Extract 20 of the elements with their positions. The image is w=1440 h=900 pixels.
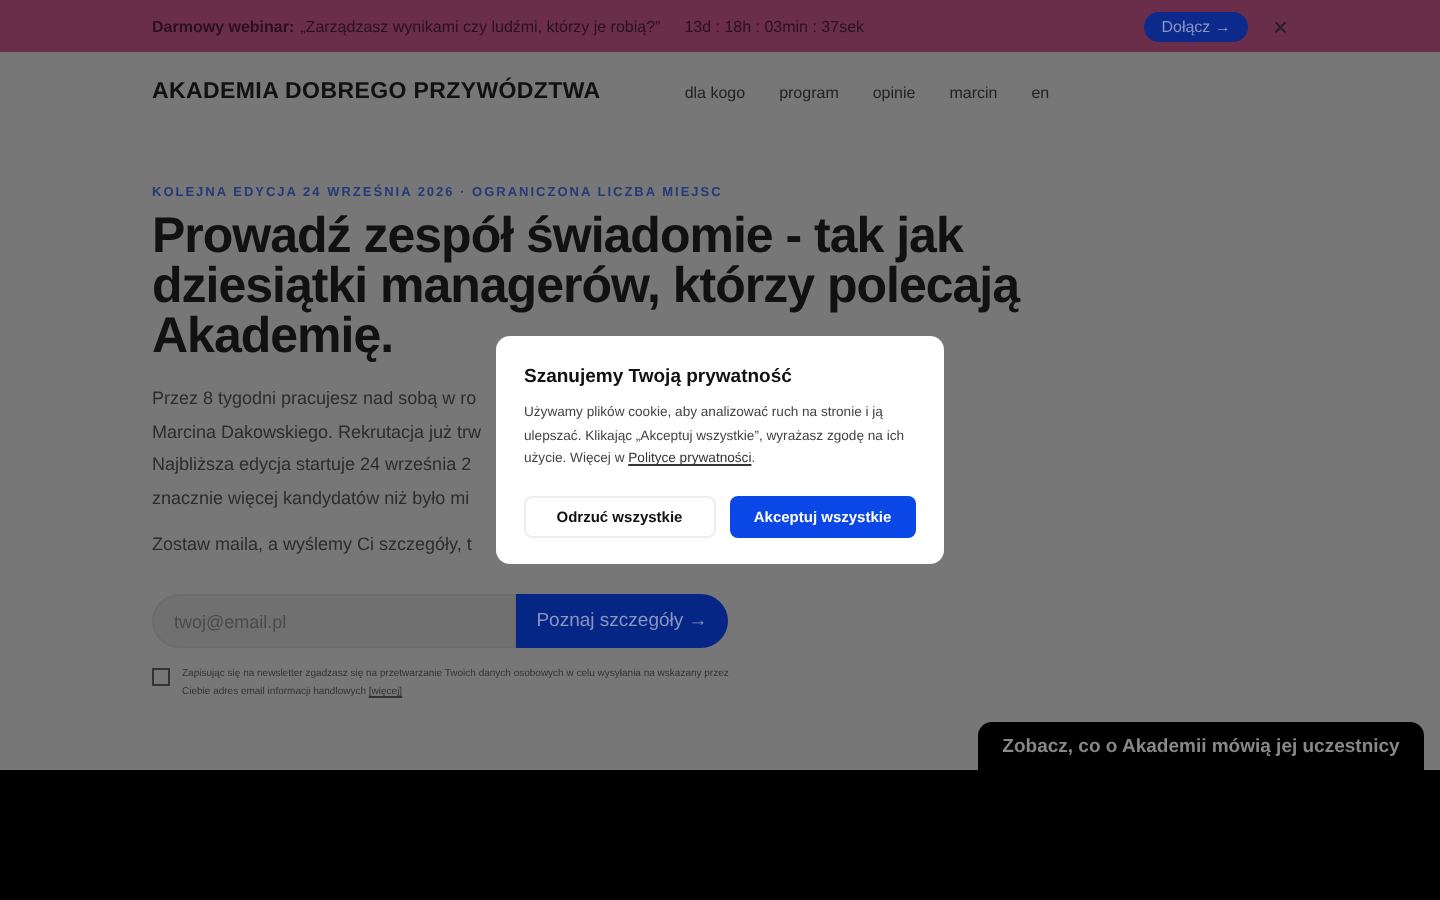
nav-link[interactable]: opinie [872, 83, 916, 101]
logo[interactable]: AKADEMIA DOBREGO PRZYWÓDZTWA [152, 80, 601, 104]
cta-text: Zostaw maila, a wyślemy Ci szczegóły, t [152, 534, 472, 554]
join-button[interactable]: Dołącz → [1143, 11, 1249, 41]
nav-link[interactable]: marcin [949, 83, 998, 101]
hero-title: Prowadź zespół świadomie - tak jak dziesiątki managerów, którzy polecają Akademię. [152, 212, 1023, 362]
consent-checkbox[interactable] [152, 668, 170, 686]
nav-link[interactable]: dla kogo [684, 83, 746, 101]
promo-text: „Zarządzasz wynikami czy ludźmi, którzy je robią?” [300, 17, 661, 35]
description-line: Przez 8 tygodni pracujesz nad sobą w ro [152, 386, 477, 412]
testimonials-tab[interactable]: Zobacz, co o Akademii mówią jej uczestnicy [978, 722, 1424, 770]
submit-button[interactable]: Poznaj szczegóły → [516, 594, 728, 648]
description-line: Najbliższa edycja startuje 24 września 2 [152, 452, 472, 478]
nav-link[interactable]: program [779, 83, 839, 101]
countdown: 13d : 18h : 03min : 37sek [684, 17, 865, 35]
promo-label: Darmowy webinar: [152, 17, 295, 35]
dialog-title: Szanujemy Twoją prywatność [524, 366, 794, 388]
description-line: Marcina Dakowskiego. Rekrutacja już trw [152, 419, 482, 446]
nav-link[interactable]: en [1031, 83, 1050, 101]
description-line: znacznie więcej kandydatów niż było mi [152, 485, 470, 512]
